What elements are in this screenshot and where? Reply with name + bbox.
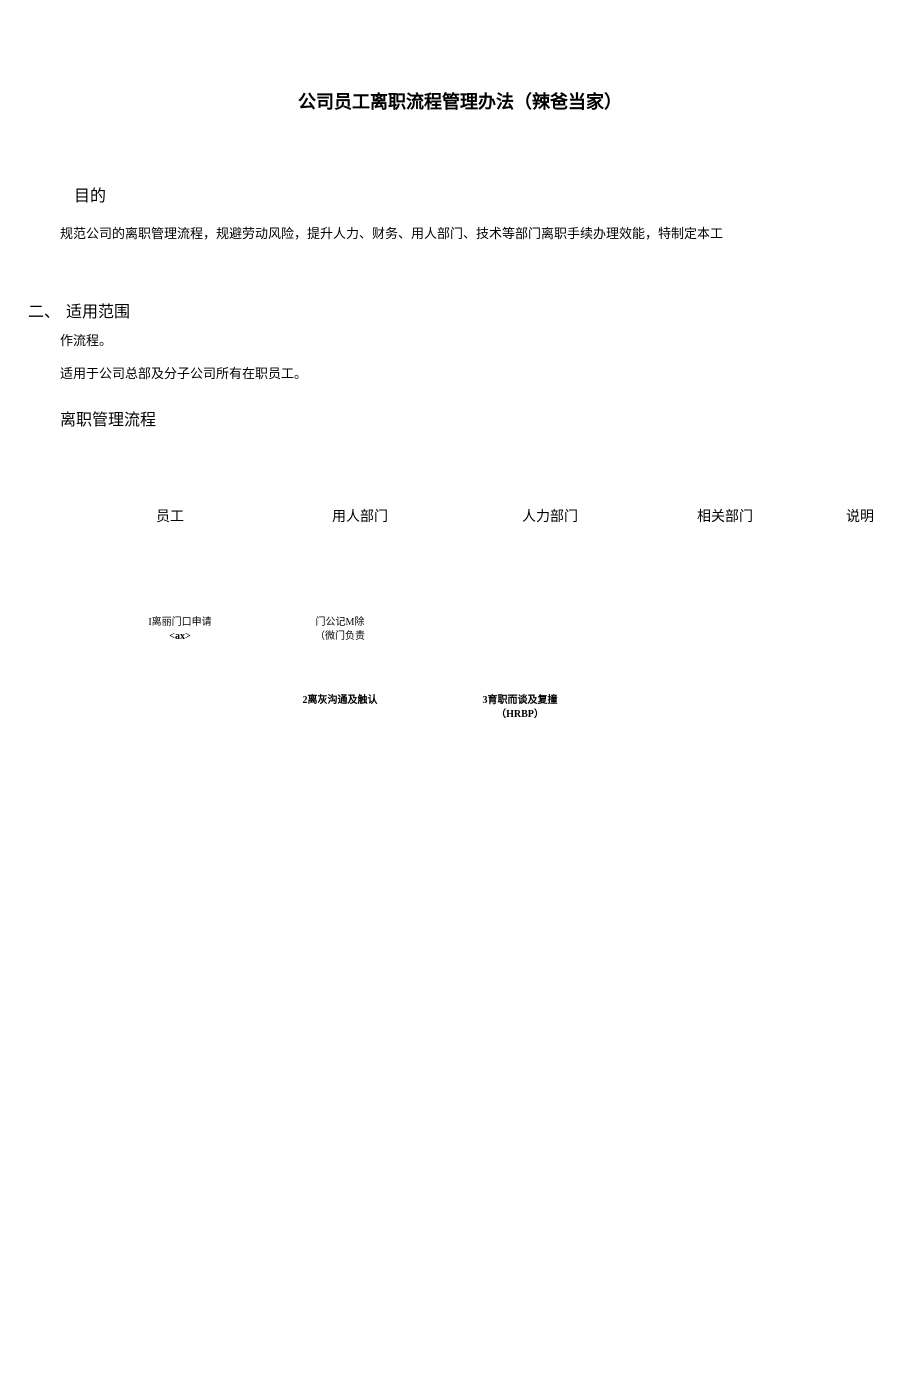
column-header-employee: 员工: [80, 506, 260, 526]
column-header-department: 用人部门: [270, 506, 450, 526]
flow-box-1-line1: I离丽门口申请: [130, 616, 230, 630]
flow-row-2: 2离灰沟通及触认 3育职而谈及复撞 （HRBP）: [0, 694, 920, 734]
flow-box-1: I离丽门口申请 <ax>: [130, 616, 230, 644]
section2-number: 二、: [28, 298, 60, 322]
section2-heading: 适用范围: [66, 298, 130, 322]
section3-heading: 离职管理流程: [60, 406, 920, 430]
column-header-notes: 说明: [810, 506, 910, 526]
document-title: 公司员工离职流程管理办法（辣爸当家）: [0, 88, 920, 114]
flow-box-2: 门公记M除 （微门负责: [300, 616, 380, 644]
flow-box-1-line2: <ax>: [130, 630, 230, 644]
flow-box-2-line1: 门公记M除: [300, 616, 380, 630]
column-header-hr: 人力部门: [460, 506, 640, 526]
section2-paragraph: 适用于公司总部及分子公司所有在职员工。: [60, 363, 920, 382]
flow-box-4: 3育职而谈及复撞 （HRBP）: [460, 694, 580, 722]
section1-heading: 目的: [74, 182, 920, 206]
flow-box-3-text: 2离灰沟通及触认: [280, 694, 400, 708]
table-header-row: 员工 用人部门 人力部门 相关部门 说明: [0, 506, 920, 526]
flow-box-4-line2: （HRBP）: [460, 708, 580, 722]
flow-row-1: I离丽门口申请 <ax> 门公记M除 （微门负责: [0, 616, 920, 656]
column-header-related: 相关部门: [650, 506, 800, 526]
flow-box-4-line1: 3育职而谈及复撞: [460, 694, 580, 708]
flow-box-2-line2: （微门负责: [300, 630, 380, 644]
section1-continuation: 作流程。: [60, 330, 920, 349]
section1-paragraph: 规范公司的离职管理流程，规避劳动风险，提升人力、财务、用人部门、技术等部门离职手…: [60, 224, 920, 244]
flow-box-3: 2离灰沟通及触认: [280, 694, 400, 708]
